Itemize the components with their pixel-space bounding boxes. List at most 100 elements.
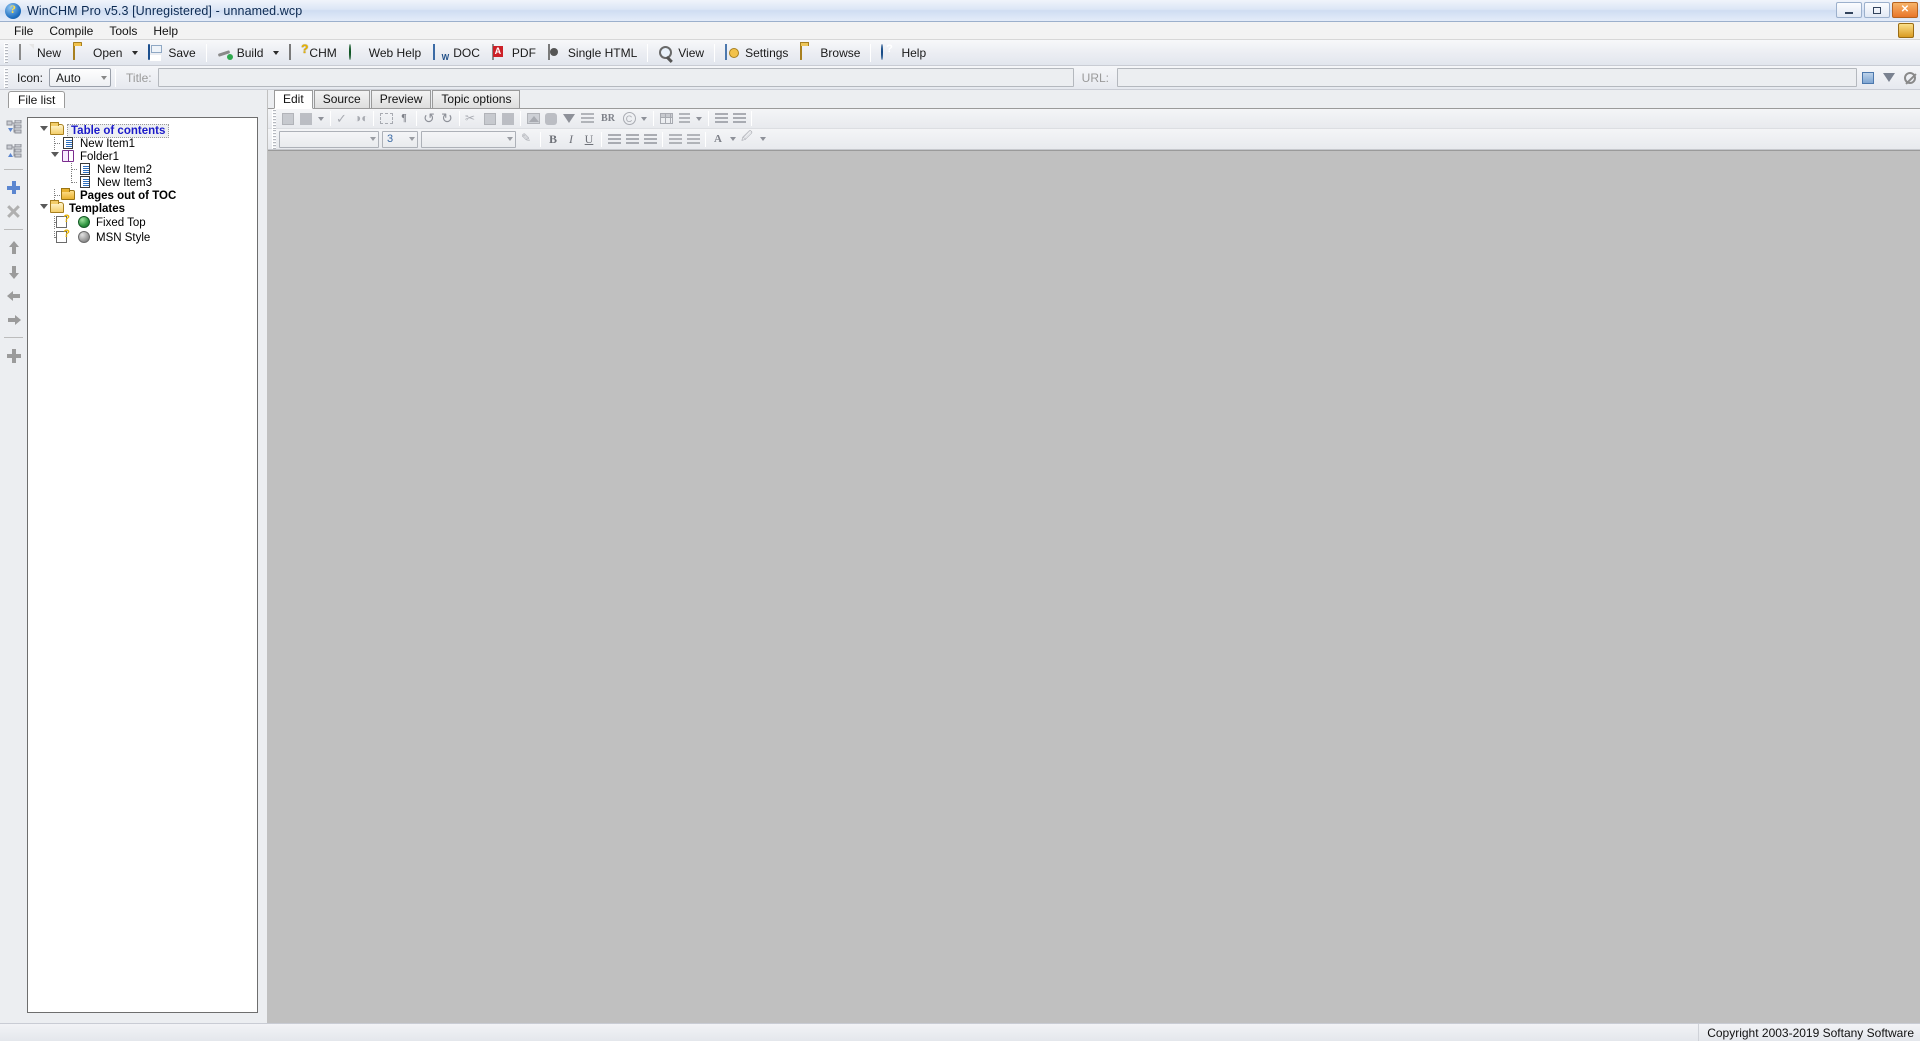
editor-canvas[interactable] bbox=[268, 150, 1920, 1023]
browse-button[interactable]: Browse bbox=[794, 42, 866, 64]
menu-compile[interactable]: Compile bbox=[41, 23, 101, 39]
decrease-indent-button[interactable] bbox=[712, 110, 730, 128]
insert-symbol-dropdown-arrow[interactable] bbox=[638, 110, 650, 128]
bookmark-button[interactable] bbox=[1880, 69, 1897, 87]
minimize-button[interactable] bbox=[1836, 2, 1862, 18]
tab-topic-options[interactable]: Topic options bbox=[432, 90, 521, 108]
menu-help[interactable]: Help bbox=[145, 23, 186, 39]
italic-button[interactable]: I bbox=[562, 130, 580, 148]
pdf-button[interactable]: PDF bbox=[486, 42, 542, 64]
move-right-button[interactable] bbox=[3, 310, 24, 329]
font-color-button[interactable]: A bbox=[709, 130, 727, 148]
undo-button[interactable]: ↺ bbox=[420, 110, 438, 128]
underline-button[interactable]: U bbox=[580, 130, 598, 148]
insert-field-button[interactable] bbox=[675, 110, 693, 128]
move-all-button[interactable] bbox=[3, 346, 24, 365]
numbered-list-button[interactable] bbox=[666, 130, 684, 148]
expander-icon[interactable] bbox=[49, 152, 60, 161]
find-replace-button[interactable]: ◑◐ bbox=[352, 110, 370, 128]
spell-check-button[interactable]: ✓ bbox=[334, 110, 352, 128]
bold-button[interactable]: B bbox=[544, 130, 562, 148]
tab-source[interactable]: Source bbox=[313, 90, 370, 108]
tree-item-pages-out-of-toc[interactable]: Pages out of TOC bbox=[28, 188, 257, 202]
view-button[interactable]: View bbox=[652, 42, 710, 64]
insert-list-button[interactable] bbox=[578, 110, 596, 128]
insert-table-button[interactable] bbox=[657, 110, 675, 128]
build-button[interactable]: Build bbox=[211, 42, 270, 64]
tab-preview[interactable]: Preview bbox=[370, 90, 432, 108]
insert-symbol-button[interactable]: C bbox=[620, 110, 638, 128]
insert-picture-button[interactable] bbox=[1859, 69, 1876, 87]
tab-edit[interactable]: Edit bbox=[274, 90, 313, 109]
highlight-color-dropdown-arrow[interactable] bbox=[757, 130, 769, 148]
close-button[interactable]: ✕ bbox=[1892, 2, 1918, 18]
align-left-button[interactable] bbox=[605, 130, 623, 148]
toc-tree[interactable]: Table of contents New Item1 Folder1 New … bbox=[27, 117, 258, 1013]
tree-item-msn-style[interactable]: MSN Style bbox=[28, 228, 257, 245]
paste-button[interactable] bbox=[499, 110, 517, 128]
title-input[interactable] bbox=[157, 68, 1074, 87]
insert-break-button[interactable]: BR bbox=[596, 110, 620, 128]
toolbar-grip[interactable] bbox=[4, 42, 8, 63]
web-help-button[interactable]: Web Help bbox=[343, 42, 427, 64]
increase-indent-button[interactable] bbox=[730, 110, 748, 128]
editor-toolbar-grip[interactable] bbox=[272, 108, 276, 129]
font-size-select[interactable]: 3 bbox=[382, 130, 418, 148]
redo-button[interactable]: ↻ bbox=[438, 110, 456, 128]
align-right-button[interactable] bbox=[641, 130, 659, 148]
tree-item-new-item1[interactable]: New Item1 bbox=[28, 137, 257, 150]
single-html-button[interactable]: Single HTML bbox=[542, 42, 643, 64]
new-button[interactable]: New bbox=[11, 42, 67, 64]
font-name-select[interactable] bbox=[279, 130, 379, 148]
expander-icon[interactable] bbox=[38, 204, 49, 213]
add-item-button[interactable] bbox=[3, 178, 24, 197]
show-paragraph-button[interactable]: ¶ bbox=[395, 110, 413, 128]
open-dropdown-arrow[interactable] bbox=[128, 42, 142, 64]
clear-url-button[interactable] bbox=[1901, 69, 1918, 87]
icon-select[interactable]: Auto bbox=[49, 68, 112, 87]
insert-field-dropdown-arrow[interactable] bbox=[693, 110, 705, 128]
menu-tools[interactable]: Tools bbox=[101, 23, 145, 39]
move-down-button[interactable] bbox=[3, 262, 24, 281]
open-button[interactable]: Open bbox=[67, 42, 128, 64]
property-bar-grip[interactable] bbox=[4, 67, 8, 88]
tree-item-folder1[interactable]: Folder1 bbox=[28, 150, 257, 163]
doc-button[interactable]: DOC bbox=[427, 42, 486, 64]
font-color-dropdown-arrow[interactable] bbox=[727, 130, 739, 148]
move-up-button[interactable] bbox=[3, 238, 24, 257]
bulleted-list-button[interactable] bbox=[684, 130, 702, 148]
cut-button[interactable]: ✂ bbox=[463, 110, 481, 128]
chm-button[interactable]: CHM bbox=[283, 42, 342, 64]
url-input[interactable] bbox=[1117, 68, 1857, 87]
delete-item-button[interactable] bbox=[3, 202, 24, 221]
insert-object-button[interactable] bbox=[542, 110, 560, 128]
menu-file[interactable]: File bbox=[6, 23, 41, 39]
save-button[interactable]: Save bbox=[142, 42, 201, 64]
collapse-all-button[interactable] bbox=[3, 142, 24, 161]
expand-all-button[interactable] bbox=[3, 118, 24, 137]
tree-item-new-item2[interactable]: New Item2 bbox=[28, 163, 257, 176]
register-badge-icon[interactable] bbox=[1898, 23, 1914, 38]
show-borders-button[interactable] bbox=[377, 110, 395, 128]
maximize-button[interactable] bbox=[1864, 2, 1890, 18]
move-left-button[interactable] bbox=[3, 286, 24, 305]
align-center-button[interactable] bbox=[623, 130, 641, 148]
expander-icon[interactable] bbox=[38, 126, 49, 135]
outdent-icon bbox=[714, 113, 728, 124]
save-topic-button[interactable] bbox=[279, 110, 297, 128]
highlight-color-button[interactable]: 🖉 bbox=[739, 130, 757, 148]
insert-image-button[interactable] bbox=[524, 110, 542, 128]
format-toolbar-grip[interactable] bbox=[272, 129, 276, 149]
tree-item-table-of-contents[interactable]: Table of contents bbox=[28, 122, 257, 138]
filter-button[interactable] bbox=[560, 110, 578, 128]
help-button[interactable]: Help bbox=[875, 42, 932, 64]
doc-button-label: DOC bbox=[453, 45, 480, 60]
clear-formatting-button[interactable]: ✎ bbox=[519, 130, 537, 148]
build-dropdown-arrow[interactable] bbox=[269, 42, 283, 64]
copy-button[interactable] bbox=[481, 110, 499, 128]
tab-file-list[interactable]: File list bbox=[8, 91, 66, 108]
save-as-button[interactable] bbox=[297, 110, 315, 128]
save-as-dropdown-arrow[interactable] bbox=[315, 110, 327, 128]
font-style-select[interactable] bbox=[421, 130, 516, 148]
settings-button[interactable]: Settings bbox=[719, 42, 794, 64]
